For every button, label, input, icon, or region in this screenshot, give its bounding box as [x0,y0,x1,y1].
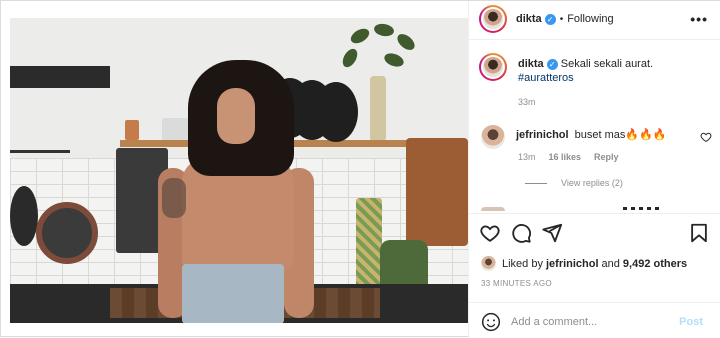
comment-row: jefrinichol buset mas🔥🔥🔥 [481,125,666,149]
view-replies[interactable]: View replies (2) [525,178,623,188]
comment-text: buset mas🔥🔥🔥 [574,129,667,141]
verified-icon: ✓ [546,59,558,70]
next-comment-preview [481,207,681,211]
comment-likes[interactable]: 16 likes [549,152,582,162]
photo-glass [162,118,188,140]
post-button[interactable]: Post [679,316,703,328]
post-timestamp[interactable]: 33 MINUTES AGO [481,279,552,288]
comment-reply-button[interactable]: Reply [594,152,619,162]
comment-like-icon[interactable] [700,131,712,143]
instagram-post: dikta ✓ • Following ••• dikta ✓ Sekali se… [0,0,720,338]
photo-person-tattoo [162,178,186,218]
comment-icon[interactable] [510,222,532,244]
likes-connector: and [601,257,620,270]
commenter-avatar[interactable] [481,125,505,149]
photo-person-jeans [182,264,284,323]
caption-body: dikta ✓ Sekali sekali aurat. #auratteros [518,57,653,85]
separator-dot: • [559,13,564,25]
likes-prefix: Liked by [502,257,543,270]
actions-divider [469,213,720,214]
caption-time[interactable]: 33m [518,97,536,107]
likes-avatar[interactable] [481,256,496,271]
author-avatar[interactable] [479,5,507,33]
photo-pan-copper [36,202,98,264]
photo-plant [339,22,420,82]
likes-row: Liked by jefrinichol and 9,492 others [481,256,687,271]
author-username[interactable]: dikta [516,13,542,25]
likes-others[interactable]: 9,492 others [623,258,687,270]
photo-jar [125,120,139,140]
action-bar [479,222,563,244]
comment-time[interactable]: 13m [518,152,536,162]
view-replies-label[interactable]: View replies (2) [561,178,623,188]
photo-cutting-board [406,138,468,246]
caption-username[interactable]: dikta [518,58,544,70]
header-divider [469,39,720,40]
photo-range-hood [10,66,110,88]
photo-rail [10,150,70,153]
post-sidebar: dikta ✓ • Following ••• dikta ✓ Sekali se… [468,1,720,338]
post-photo[interactable] [10,18,468,323]
following-button[interactable]: Following [567,13,613,25]
emoji-icon[interactable] [481,312,501,332]
comment-input[interactable]: Add a comment... [511,316,597,328]
photo-bottle [370,76,386,140]
verified-icon: ✓ [544,13,556,25]
photo-pan [10,186,38,246]
caption-text: Sekali sekali aurat. [560,58,654,70]
heart-icon[interactable] [479,222,501,244]
comment-box: Add a comment... Post [481,310,713,334]
comment-meta: 13m 16 likes Reply [518,152,619,162]
comment-body: jefrinichol buset mas🔥🔥🔥 [516,128,666,142]
caption-hashtag[interactable]: #auratteros [518,72,574,84]
likes-user[interactable]: jefrinichol [546,258,599,270]
photo-paper-roll [356,198,382,292]
replies-line [525,182,547,184]
comment-box-divider [469,302,720,303]
photo-person-face [217,88,255,144]
post-header: dikta ✓ • Following [479,5,614,33]
more-icon[interactable]: ••• [690,11,708,27]
commenter-username[interactable]: jefrinichol [516,129,569,141]
caption: dikta ✓ Sekali sekali aurat. #auratteros [479,53,653,85]
bookmark-icon[interactable] [688,222,710,244]
share-icon[interactable] [541,222,563,244]
caption-avatar[interactable] [479,53,507,81]
